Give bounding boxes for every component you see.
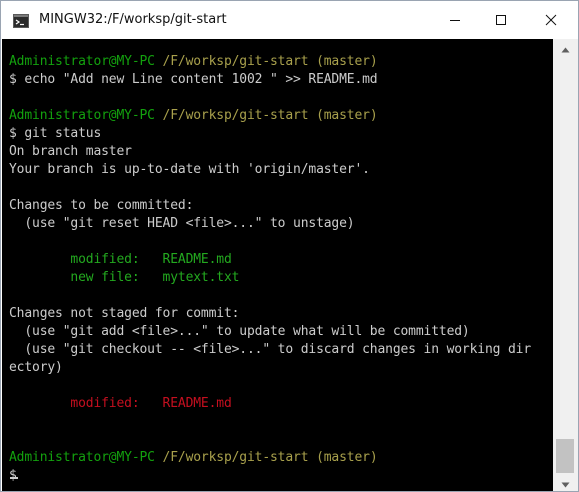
terminal-text: Your branch is up-to-date with 'origin/m… xyxy=(9,162,370,177)
window-title: MINGW32:/F/worksp/git-start xyxy=(39,12,227,27)
terminal-line: (use "git add <file>..." to update what … xyxy=(9,323,470,341)
terminal-line: ectory) xyxy=(9,359,63,377)
close-icon xyxy=(545,11,557,30)
terminal-line: Your branch is up-to-date with 'origin/m… xyxy=(9,161,370,179)
terminal-text: (master) xyxy=(308,54,378,69)
terminal-line: Changes not staged for commit: xyxy=(9,305,239,323)
terminal-text: $ echo "Add new Line content 1002 " >> R… xyxy=(9,72,378,87)
terminal-text: Changes to be committed: xyxy=(9,198,194,213)
terminal-text: modified: README.md xyxy=(9,252,232,267)
scroll-down-button[interactable] xyxy=(553,474,578,491)
chevron-up-icon xyxy=(561,38,570,57)
terminal-line: On branch master xyxy=(9,143,132,161)
close-button[interactable] xyxy=(524,1,578,39)
text-cursor xyxy=(10,477,18,479)
terminal-text: new file: mytext.txt xyxy=(9,270,240,285)
terminal-line: (use "git checkout -- <file>..." to disc… xyxy=(9,341,531,359)
title-bar[interactable]: MINGW32:/F/worksp/git-start xyxy=(1,1,578,39)
terminal-text: Changes not staged for commit: xyxy=(9,306,240,321)
minimize-button[interactable] xyxy=(432,1,478,39)
terminal-line: $ git status xyxy=(9,125,101,143)
terminal-line: modified: README.md xyxy=(9,395,232,413)
terminal-text: Administrator@MY-PC xyxy=(9,54,155,69)
minimize-icon xyxy=(449,11,461,30)
terminal-line: Administrator@MY-PC /F/worksp/git-start … xyxy=(9,107,378,125)
terminal-icon[interactable] xyxy=(13,13,29,28)
terminal-text: ectory) xyxy=(9,360,63,375)
terminal-line: new file: mytext.txt xyxy=(9,269,239,287)
chevron-down-icon xyxy=(561,473,570,492)
terminal-line: Administrator@MY-PC /F/worksp/git-start … xyxy=(9,53,378,71)
terminal-line: (use "git reset HEAD <file>..." to unsta… xyxy=(9,215,354,233)
terminal-text: (master) xyxy=(308,108,378,123)
terminal-text: (use "git reset HEAD <file>..." to unsta… xyxy=(9,216,355,231)
maximize-icon xyxy=(495,11,507,30)
scroll-up-button[interactable] xyxy=(553,39,578,56)
terminal-text: /F/worksp/git-start xyxy=(154,450,309,465)
terminal-text: (use "git add <file>..." to update what … xyxy=(9,324,470,339)
terminal-line: Changes to be committed: xyxy=(9,197,193,215)
terminal-text: (master) xyxy=(308,450,378,465)
terminal-line: Administrator@MY-PC /F/worksp/git-start … xyxy=(9,449,378,467)
terminal-text: Administrator@MY-PC xyxy=(9,108,155,123)
terminal-text: Administrator@MY-PC xyxy=(9,450,155,465)
terminal-line: modified: README.md xyxy=(9,251,232,269)
terminal-text: $ xyxy=(9,468,17,483)
terminal-text: (use "git checkout -- <file>..." to disc… xyxy=(9,342,532,357)
terminal-text: On branch master xyxy=(9,144,132,159)
terminal-window: MINGW32:/F/worksp/git-start Administrato… xyxy=(0,0,579,492)
terminal-output[interactable]: Administrator@MY-PC /F/worksp/git-start … xyxy=(2,39,553,491)
maximize-button[interactable] xyxy=(478,1,524,39)
vertical-scrollbar[interactable] xyxy=(553,39,578,491)
terminal-text: /F/worksp/git-start xyxy=(154,108,309,123)
scrollbar-thumb[interactable] xyxy=(556,439,574,473)
terminal-line: $ echo "Add new Line content 1002 " >> R… xyxy=(9,71,378,89)
terminal-line: $ xyxy=(9,467,17,485)
terminal-text: /F/worksp/git-start xyxy=(154,54,309,69)
terminal-text: modified: README.md xyxy=(9,396,232,411)
terminal-text: $ git status xyxy=(9,126,102,141)
